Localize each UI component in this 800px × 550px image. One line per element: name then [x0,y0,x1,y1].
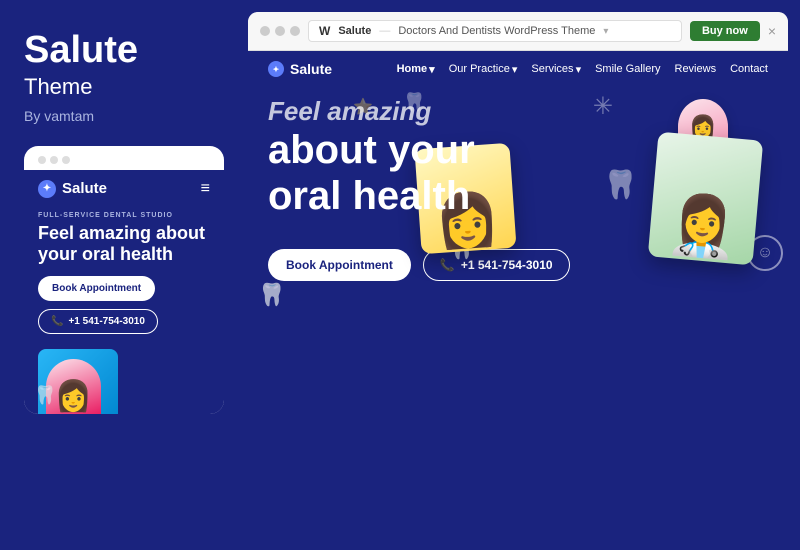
site-logo-icon: ✦ [268,61,284,77]
nav-services-label: Services [531,63,573,75]
tooth-deco-1: 🦷 [258,282,285,308]
mobile-headline: Feel amazing about your oral health [38,223,210,276]
mobile-service-tag: Full-Service Dental Studio [38,206,210,223]
browser-dot-1 [260,26,270,36]
hero-line3: oral health [268,173,588,219]
hamburger-icon[interactable]: ≡ [201,180,210,198]
nav-home-label: Home [397,63,428,75]
mobile-card-image-area: 👩 🦷 [24,344,224,414]
site-logo-text: Salute [290,61,332,77]
browser-chrome: W Salute — Doctors And Dentists WordPres… [248,12,788,51]
left-panel: Salute Theme By vamtam ✦ Salute ≡ Full-S… [0,0,248,550]
address-description: Doctors And Dentists WordPress Theme [398,25,595,37]
nav-practice-label: Our Practice [449,63,510,75]
browser-window-controls [260,26,300,36]
nav-practice-arrow: ▾ [512,63,518,76]
nav-link-contact[interactable]: Contact [730,63,768,75]
browser-dot-2 [275,26,285,36]
address-separator: — [379,25,390,37]
mobile-card-header: ✦ Salute ≡ [24,170,224,206]
nav-link-practice[interactable]: Our Practice ▾ [449,63,518,76]
browser-window: W Salute — Doctors And Dentists WordPres… [248,12,788,550]
mobile-phone-button[interactable]: 📞 +1 541-754-3010 [38,309,158,334]
browser-address-bar[interactable]: W Salute — Doctors And Dentists WordPres… [308,20,682,42]
nav-contact-label: Contact [730,63,768,75]
nav-gallery-label: Smile Gallery [595,63,660,75]
nav-services-arrow: ▾ [576,63,582,76]
mobile-phone-number: +1 541-754-3010 [68,316,144,327]
mobile-card-body: Full-Service Dental Studio Feel amazing … [24,206,224,344]
hero-headline: Feel amazing about your oral health [268,97,588,219]
site-content: ✦ Salute Home ▾ Our Practice ▾ Services … [248,51,788,550]
site-logo: ✦ Salute [268,61,332,77]
site-hero: Feel amazing about your oral health Book… [248,87,788,281]
nav-reviews-label: Reviews [675,63,717,75]
brand-title: Salute [24,30,224,72]
brand-by: By vamtam [24,108,224,124]
tooth-icon: 🦷 [34,385,56,406]
mobile-logo-text: Salute [62,180,107,197]
phone-icon: 📞 [51,316,63,327]
heart-tooth-deco: 🦷 [603,168,638,201]
browser-dot-3 [290,26,300,36]
mobile-book-button[interactable]: Book Appointment [38,276,155,301]
buy-now-button[interactable]: Buy now [690,21,760,41]
nav-link-gallery[interactable]: Smile Gallery [595,63,660,75]
mobile-dot-1 [38,156,46,164]
site-nav-links: Home ▾ Our Practice ▾ Services ▾ Smile G… [397,63,768,76]
hero-photo-card-2: 👩‍⚕️ [648,132,763,266]
asterisk-deco: ✳ [593,92,613,121]
nav-link-home[interactable]: Home ▾ [397,63,435,76]
mobile-logo: ✦ Salute [38,180,107,198]
mobile-dots [38,156,70,164]
address-dropdown-icon[interactable]: ▾ [603,26,608,37]
mobile-dot-3 [62,156,70,164]
mobile-preview-card: ✦ Salute ≡ Full-Service Dental Studio Fe… [24,146,224,414]
browser-close-button[interactable]: × [768,23,776,39]
site-nav: ✦ Salute Home ▾ Our Practice ▾ Services … [248,51,788,87]
hero-phone-button[interactable]: 📞 +1 541-754-3010 [423,249,570,281]
hero-line2: about your [268,127,588,173]
mobile-btns: Book Appointment 📞 +1 541-754-3010 [38,276,210,344]
nav-link-services[interactable]: Services ▾ [531,63,581,76]
nav-home-arrow: ▾ [429,63,435,76]
address-logo: W [319,24,330,38]
mobile-dot-2 [50,156,58,164]
address-site-name: Salute [338,25,371,37]
hero-line1: Feel amazing [268,97,588,127]
hero-book-button[interactable]: Book Appointment [268,249,411,281]
mobile-logo-icon: ✦ [38,180,56,198]
mobile-card-topbar [24,146,224,170]
nav-link-reviews[interactable]: Reviews [675,63,717,75]
brand-subtitle: Theme [24,74,224,100]
